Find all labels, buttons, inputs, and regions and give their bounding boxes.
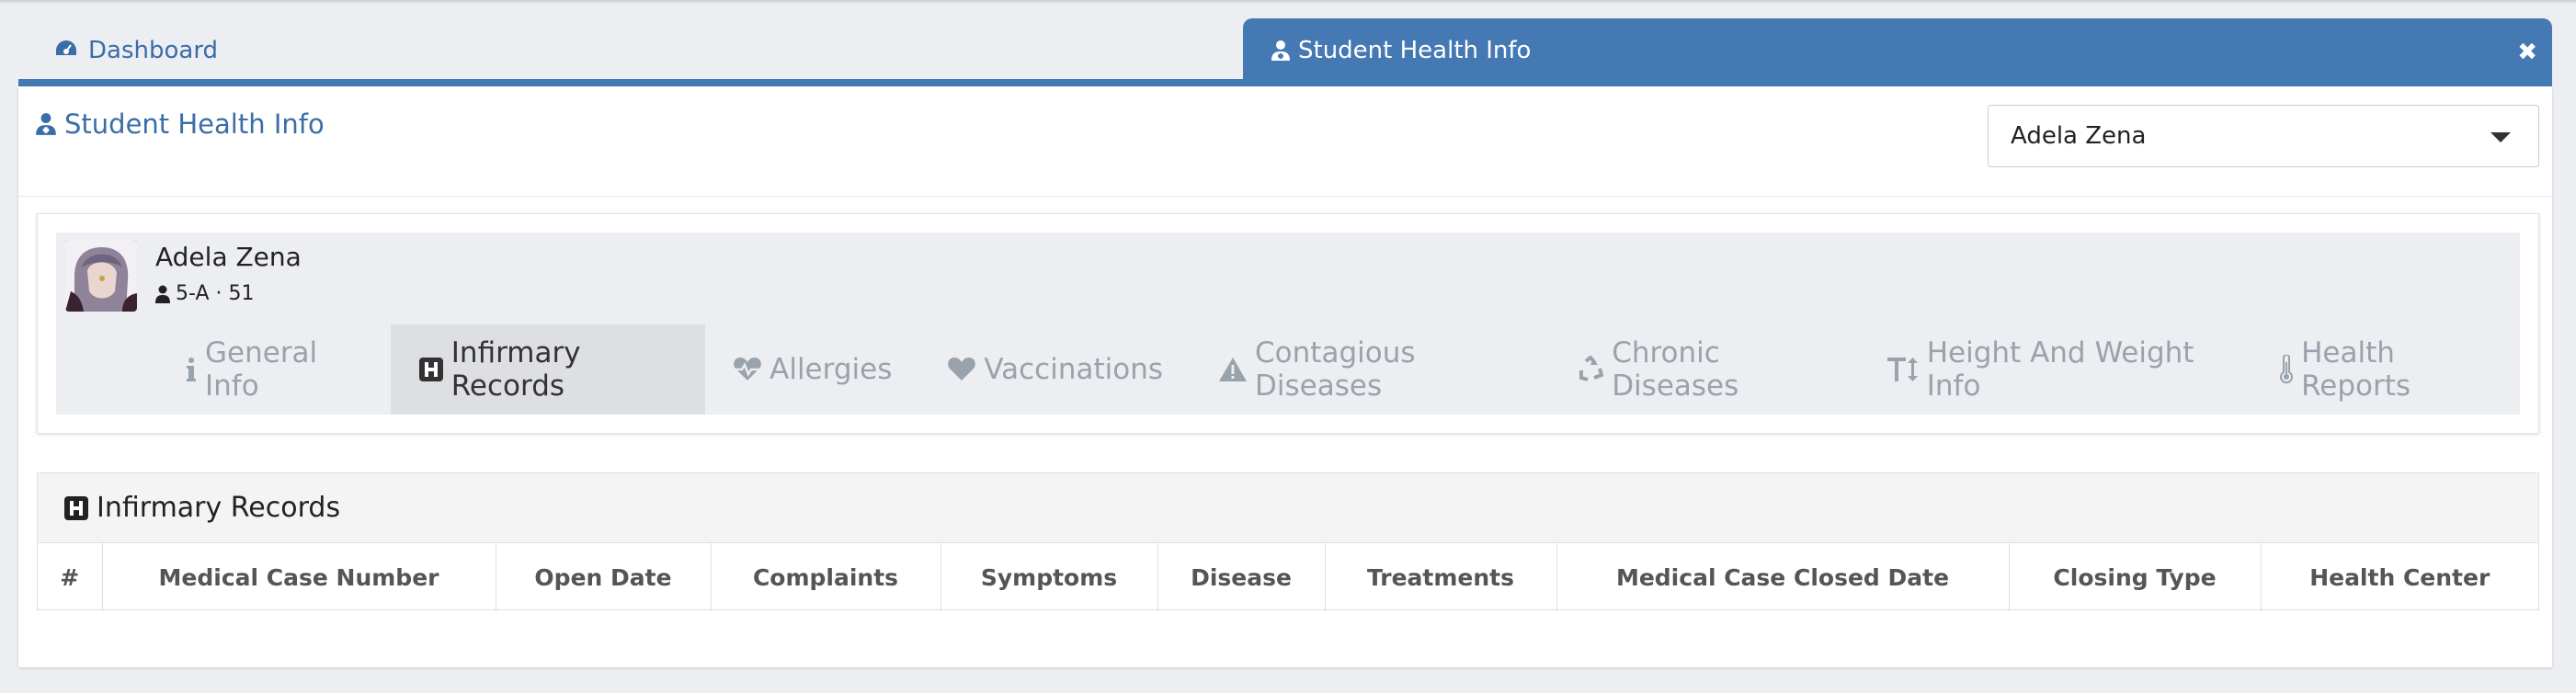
column-header-health-center[interactable]: Health Center [2261, 543, 2538, 611]
student-name: Adela Zena [155, 242, 302, 272]
column-header-medical-case-closed-date[interactable]: Medical Case Closed Date [1556, 543, 2010, 611]
subtab-contagious-diseases[interactable]: Contagious Diseases [1191, 324, 1549, 415]
infirmary-records-header: Infirmary Records [38, 473, 2538, 543]
tab-dashboard[interactable]: Dashboard [18, 18, 218, 83]
page-title: Student Health Info [35, 108, 325, 140]
subtab-label: Infirmary Records [450, 336, 581, 403]
column-header-treatments[interactable]: Treatments [1325, 543, 1557, 611]
recycle-icon [1577, 356, 1604, 383]
student-class-text: 5-A · 51 [176, 282, 255, 305]
caret-down-icon [2491, 132, 2511, 142]
top-shadow [0, 0, 2576, 4]
subtab-label: Contagious Diseases [1255, 336, 1416, 403]
subtab-infirmary-records[interactable]: Infirmary Records [390, 324, 706, 415]
subtab-label: General Info [205, 336, 318, 403]
hospital-icon [418, 357, 444, 382]
subtab-label: Chronic Diseases [1612, 336, 1739, 403]
page-title-text: Student Health Info [64, 108, 325, 140]
dashboard-icon [56, 40, 76, 55]
tab-active-label: Student Health Info [1298, 37, 1532, 64]
hospital-icon [63, 495, 89, 521]
student-profile-inner: Adela Zena 5-A · 51 General Info Infirma… [56, 233, 2520, 415]
student-select[interactable]: Adela Zena [1988, 105, 2539, 167]
info-icon [185, 357, 198, 382]
main-panel: Student Health Info Adela Zena Adela Zen… [18, 86, 2552, 667]
tab-student-health-info[interactable]: Student Health Info ✖ [1243, 18, 2552, 83]
subtab-label: Height And Weight Info [1926, 336, 2194, 403]
subtab-chronic-diseases[interactable]: Chronic Diseases [1549, 324, 1859, 415]
column-header-closing-type[interactable]: Closing Type [2009, 543, 2262, 611]
column-header-disease[interactable]: Disease [1157, 543, 1326, 611]
subtab-label: Vaccinations [984, 353, 1164, 386]
student-class-info: 5-A · 51 [155, 282, 254, 305]
column-header-complaints[interactable]: Complaints [711, 543, 941, 611]
column-header-index[interactable]: # [38, 543, 103, 611]
tab-dashboard-label: Dashboard [88, 37, 219, 64]
column-header-symptoms[interactable]: Symptoms [940, 543, 1158, 611]
warning-icon [1218, 357, 1248, 382]
thermometer-icon [2279, 355, 2294, 384]
health-subtabs: General Info Infirmary Records Allergies [157, 324, 2520, 415]
student-profile-card: Adela Zena 5-A · 51 General Info Infirma… [37, 213, 2539, 434]
column-header-medical-case-number[interactable]: Medical Case Number [102, 543, 496, 611]
subtab-height-weight-info[interactable]: Height And Weight Info [1859, 324, 2251, 415]
infirmary-records-title: Infirmary Records [97, 492, 341, 524]
panel-header: Student Health Info Adela Zena [18, 86, 2552, 197]
text-height-icon [1886, 356, 1920, 383]
student-select-value: Adela Zena [2011, 122, 2147, 150]
subtab-vaccinations[interactable]: Vaccinations [919, 324, 1191, 415]
user-md-icon [36, 113, 56, 135]
column-header-open-date[interactable]: Open Date [496, 543, 712, 611]
infirmary-records-table: # Medical Case Number Open Date Complain… [38, 543, 2538, 611]
user-icon [155, 285, 170, 303]
subtab-general-info[interactable]: General Info [157, 324, 391, 415]
table-header-row: # Medical Case Number Open Date Complain… [38, 543, 2538, 611]
avatar [65, 240, 137, 312]
user-md-icon [1271, 40, 1290, 61]
heart-icon [947, 357, 976, 382]
subtab-label: Health Reports [2301, 336, 2411, 403]
subtab-allergies[interactable]: Allergies [705, 324, 919, 415]
heartbeat-icon [733, 357, 762, 382]
tab-underline [18, 79, 2552, 86]
subtab-label: Allergies [769, 353, 893, 386]
close-icon[interactable]: ✖ [2517, 39, 2537, 66]
infirmary-records-box: Infirmary Records # Medical Case Number … [37, 472, 2539, 611]
subtab-health-reports[interactable]: Health Reports [2251, 324, 2520, 415]
